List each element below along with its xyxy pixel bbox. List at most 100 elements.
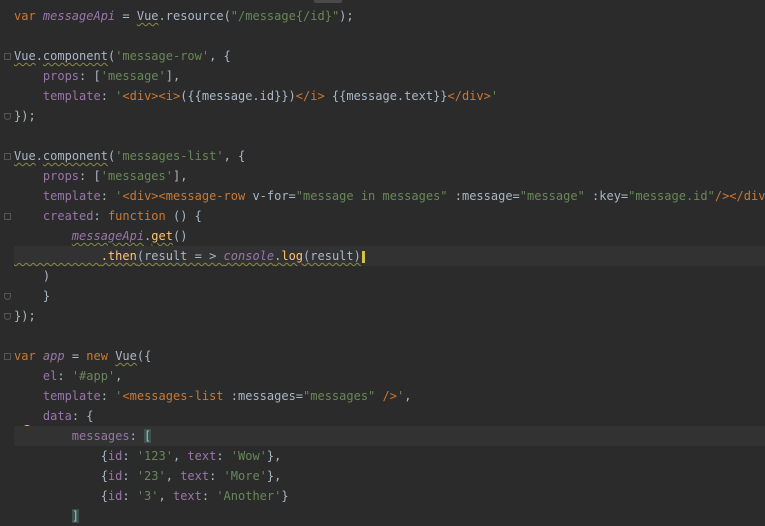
code-token: get	[151, 229, 173, 243]
code-line[interactable]: var app = new Vue({	[14, 346, 765, 366]
code-line[interactable]	[14, 26, 765, 46]
code-editor[interactable]: var messageApi = Vue.resource("/message{…	[14, 6, 765, 524]
code-line[interactable]: created: function () {	[14, 206, 765, 226]
code-token: Vue	[14, 49, 36, 63]
code-line[interactable]	[14, 126, 765, 146]
code-token: /></div>	[714, 189, 765, 203]
code-token: },	[266, 449, 282, 463]
code-line[interactable]: {id: '123', text: 'Wow'},	[14, 446, 765, 466]
code-line[interactable]: el: '#app',	[14, 366, 765, 386]
code-token: :	[122, 469, 137, 483]
code-line[interactable]: props: ['messages'],	[14, 166, 765, 186]
code-token: template	[42, 189, 101, 203]
code-line[interactable]: ]	[14, 506, 765, 526]
code-token: :	[100, 189, 116, 203]
code-line[interactable]: {id: '3', text: 'Another'}	[14, 486, 765, 506]
code-token: />	[375, 389, 397, 403]
code-line[interactable]: )	[14, 266, 765, 286]
code-token: data	[42, 409, 72, 423]
code-token: 'message-row'	[115, 49, 210, 63]
code-line[interactable]: messages: [	[14, 426, 765, 446]
code-line[interactable]	[14, 326, 765, 346]
code-token: )	[14, 269, 51, 283]
fold-marker-icon[interactable]	[4, 213, 11, 220]
code-token: text	[172, 489, 202, 503]
code-token: resource	[165, 9, 224, 23]
code-token: '23'	[136, 469, 166, 483]
code-token: id	[107, 469, 123, 483]
code-line[interactable]: template: '<div><i>({{message.id}})</i> …	[14, 86, 765, 106]
code-token: created	[42, 209, 94, 223]
code-token: },	[266, 469, 282, 483]
code-token: ]	[71, 509, 80, 523]
code-line[interactable]: data: {	[14, 406, 765, 426]
code-token: component	[42, 149, 108, 163]
code-token: Vue	[14, 149, 36, 163]
fold-marker-icon[interactable]	[4, 113, 11, 120]
code-line[interactable]: {id: '23', text: 'More'},	[14, 466, 765, 486]
fold-marker-icon[interactable]	[4, 353, 11, 360]
fold-marker-icon[interactable]	[4, 293, 11, 300]
code-token: "/message{/id}"	[230, 9, 340, 23]
code-line[interactable]: props: ['message'],	[14, 66, 765, 86]
code-token: :	[122, 489, 137, 503]
code-token: : [	[79, 169, 101, 183]
code-line[interactable]: template: '<div><message-row v-for="mess…	[14, 186, 765, 206]
code-token: , {	[209, 49, 231, 63]
code-token: {	[14, 449, 108, 463]
code-token: ()	[172, 229, 188, 243]
code-line[interactable]: }	[14, 286, 765, 306]
fold-marker-icon[interactable]	[4, 313, 11, 320]
code-line[interactable]: var messageApi = Vue.resource("/message{…	[14, 6, 765, 26]
code-line[interactable]: Vue.component('message-row', {	[14, 46, 765, 66]
fold-marker-icon[interactable]	[4, 153, 11, 160]
code-line[interactable]: Vue.component('messages-list', {	[14, 146, 765, 166]
code-token: 'More'	[223, 469, 267, 483]
code-token: text	[187, 449, 217, 463]
code-token: : [	[79, 69, 101, 83]
code-line[interactable]: messageApi.get()	[14, 226, 765, 246]
code-token: {{message.text}}	[324, 89, 448, 103]
code-token: :key=	[584, 189, 629, 203]
code-line[interactable]: });	[14, 306, 765, 326]
code-line[interactable]: });	[14, 106, 765, 126]
code-token: {	[14, 469, 108, 483]
code-token: () {	[172, 209, 202, 223]
code-token: "messages"	[303, 389, 376, 403]
code-token: component	[42, 49, 108, 63]
code-token: :messages=	[230, 389, 304, 403]
code-token: <div><i>	[122, 89, 181, 103]
code-token: template	[42, 389, 101, 403]
code-line[interactable]: template: '<messages-list :messages="mes…	[14, 386, 765, 406]
code-token: "message"	[519, 189, 585, 203]
code-token: ,	[165, 469, 181, 483]
code-token: .then	[100, 249, 137, 263]
code-token: =	[64, 349, 87, 363]
code-token: ,	[172, 449, 188, 463]
code-token: ({	[136, 349, 152, 363]
code-token: var	[14, 349, 43, 363]
code-token: </i>	[295, 89, 325, 103]
code-token: result = >	[144, 249, 224, 263]
code-token: .	[35, 149, 43, 163]
code-token: id	[107, 489, 123, 503]
code-token: v-for=	[252, 189, 296, 203]
code-token: props	[42, 169, 80, 183]
code-token: :	[129, 429, 145, 443]
fold-marker-icon[interactable]	[4, 53, 11, 60]
code-token: props	[42, 69, 80, 83]
code-line[interactable]: .then(result = > console.log(result)	[14, 246, 765, 266]
code-token: 'messages'	[100, 169, 173, 183]
code-token: el	[42, 369, 58, 383]
code-token: ,	[158, 489, 173, 503]
code-token: 'message'	[100, 69, 166, 83]
code-token: :	[93, 209, 108, 223]
code-token: 'Wow'	[230, 449, 267, 463]
